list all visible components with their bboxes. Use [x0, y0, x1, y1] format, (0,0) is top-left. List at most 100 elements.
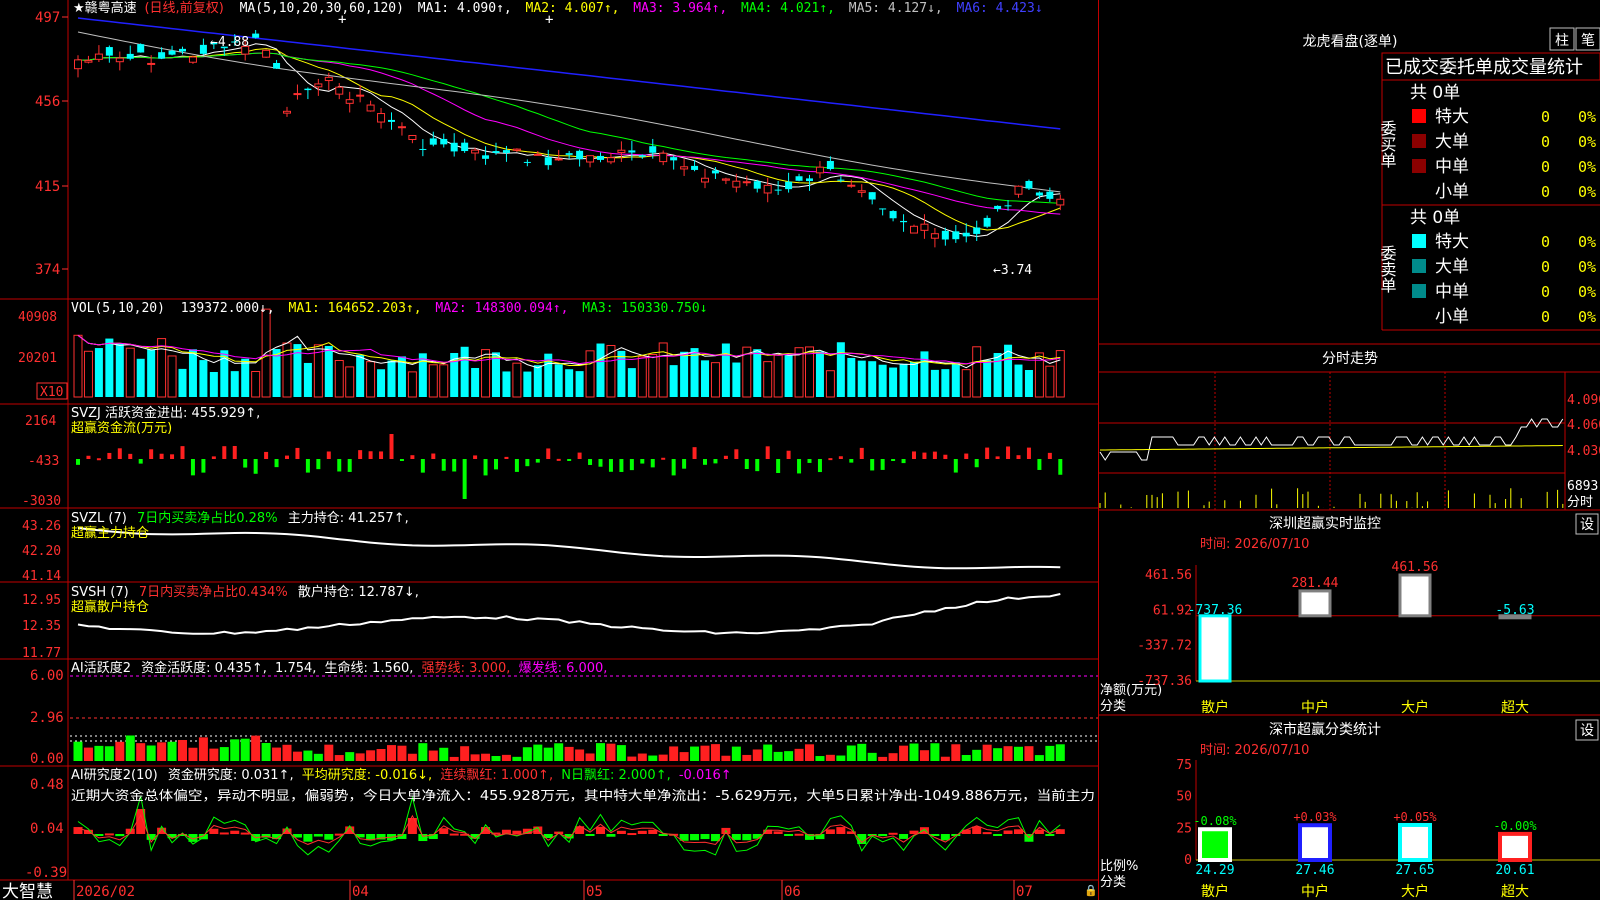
candle-body[interactable]: [910, 225, 918, 234]
research-bar[interactable]: [1045, 834, 1055, 836]
fund-flow-bar[interactable]: [671, 459, 676, 476]
research-bar[interactable]: [982, 832, 992, 835]
fund-flow-bar[interactable]: [640, 459, 645, 464]
candle-body[interactable]: [533, 153, 542, 156]
activity-bar[interactable]: [846, 745, 856, 761]
activity-bar[interactable]: [219, 747, 229, 761]
tab-executed[interactable]: 已成交: [1385, 57, 1439, 78]
fund-flow-bar[interactable]: [253, 459, 258, 474]
activity-bar[interactable]: [104, 746, 114, 761]
activity-bar[interactable]: [951, 744, 961, 761]
volume-bar[interactable]: [387, 360, 396, 397]
research-bar[interactable]: [836, 827, 846, 834]
activity-bar[interactable]: [690, 746, 700, 761]
svzl-panel[interactable]: [77, 527, 1061, 570]
candle-body[interactable]: [920, 223, 929, 231]
fund-flow-bar[interactable]: [891, 459, 896, 461]
candle-body[interactable]: [147, 62, 156, 65]
candle-body[interactable]: [1025, 180, 1033, 189]
fund-flow-bar[interactable]: [399, 459, 404, 461]
candle-body[interactable]: [482, 155, 490, 159]
volume-bar[interactable]: [502, 371, 511, 397]
activity-bar[interactable]: [303, 750, 313, 761]
activity-bar[interactable]: [909, 743, 919, 761]
volume-bar[interactable]: [889, 367, 898, 397]
research-bar[interactable]: [104, 833, 114, 836]
fund-flow-bar[interactable]: [368, 451, 373, 459]
candle-body[interactable]: [701, 177, 709, 183]
fund-flow-bar[interactable]: [483, 459, 488, 476]
fund-flow-bar[interactable]: [201, 459, 206, 473]
volume-bar[interactable]: [428, 364, 438, 398]
research-bar[interactable]: [1003, 830, 1013, 834]
fund-flow-bar[interactable]: [389, 434, 394, 459]
candle-body[interactable]: [930, 233, 939, 239]
activity-bar[interactable]: [188, 747, 198, 761]
candle-body[interactable]: [617, 149, 626, 154]
volume-bar[interactable]: [773, 354, 783, 398]
activity-bar[interactable]: [637, 753, 647, 761]
volume-bar[interactable]: [1014, 364, 1023, 397]
fund-flow-bar[interactable]: [514, 459, 519, 472]
activity-bar[interactable]: [115, 741, 125, 761]
volume-bar[interactable]: [512, 362, 522, 398]
activity-bar[interactable]: [1034, 755, 1044, 761]
fund-flow-bar[interactable]: [1058, 459, 1063, 475]
candle-body[interactable]: [785, 181, 793, 190]
volume-bar[interactable]: [418, 353, 427, 397]
candle-body[interactable]: [158, 52, 166, 59]
activity-bar[interactable]: [460, 746, 470, 761]
fund-flow-bar[interactable]: [734, 449, 739, 459]
volume-bar[interactable]: [701, 360, 709, 397]
fund-flow-bar[interactable]: [703, 459, 707, 465]
candle-body[interactable]: [252, 33, 260, 38]
activity-bar[interactable]: [292, 751, 302, 761]
research-bar[interactable]: [219, 832, 229, 835]
candle-body[interactable]: [544, 157, 552, 166]
activity-bar[interactable]: [878, 756, 888, 761]
candle-body[interactable]: [273, 63, 281, 69]
activity-bar[interactable]: [522, 747, 532, 761]
activity-bar[interactable]: [627, 756, 637, 761]
candle-body[interactable]: [335, 86, 344, 95]
candle-body[interactable]: [628, 150, 636, 153]
volume-bar[interactable]: [1024, 370, 1033, 397]
volume-bar[interactable]: [450, 352, 459, 397]
volume-bar[interactable]: [710, 362, 720, 398]
volume-bar[interactable]: [680, 351, 689, 397]
activity-bar[interactable]: [282, 744, 292, 761]
activity-bar[interactable]: [784, 751, 794, 761]
research-bar[interactable]: [324, 834, 334, 840]
fund-flow-bar[interactable]: [159, 453, 164, 459]
research-bar[interactable]: [303, 834, 313, 842]
candle-body[interactable]: [377, 113, 386, 123]
volume-bar[interactable]: [658, 342, 668, 398]
fund-flow-bar[interactable]: [713, 459, 718, 464]
fund-flow-bar[interactable]: [138, 459, 143, 464]
fund-flow-bar[interactable]: [786, 450, 791, 459]
activity-bar[interactable]: [261, 742, 271, 761]
fund-flow-bar[interactable]: [96, 458, 101, 461]
candle-body[interactable]: [314, 83, 323, 88]
activity-bar[interactable]: [198, 737, 208, 761]
fund-flow-bar[interactable]: [932, 451, 937, 459]
activity-bar[interactable]: [533, 744, 543, 761]
fund-flow-bar[interactable]: [1016, 455, 1021, 459]
fund-flow-bar[interactable]: [901, 459, 906, 464]
research-bar[interactable]: [596, 826, 605, 834]
fund-flow-bar[interactable]: [682, 459, 687, 469]
candle-body[interactable]: [742, 181, 751, 184]
activity-bar[interactable]: [209, 748, 219, 761]
volume-bar[interactable]: [1045, 365, 1055, 398]
classify-bar-2[interactable]: [1398, 822, 1432, 863]
candle-body[interactable]: [847, 184, 856, 187]
activity-bar[interactable]: [836, 755, 846, 761]
volume-bar[interactable]: [983, 359, 992, 397]
activity-bar[interactable]: [606, 743, 616, 761]
activity-bar[interactable]: [418, 743, 428, 761]
volume-bar[interactable]: [356, 354, 365, 397]
volume-bar[interactable]: [533, 365, 542, 397]
volume-bar[interactable]: [899, 363, 908, 397]
research-bar[interactable]: [637, 830, 647, 834]
candle-body[interactable]: [512, 148, 521, 151]
